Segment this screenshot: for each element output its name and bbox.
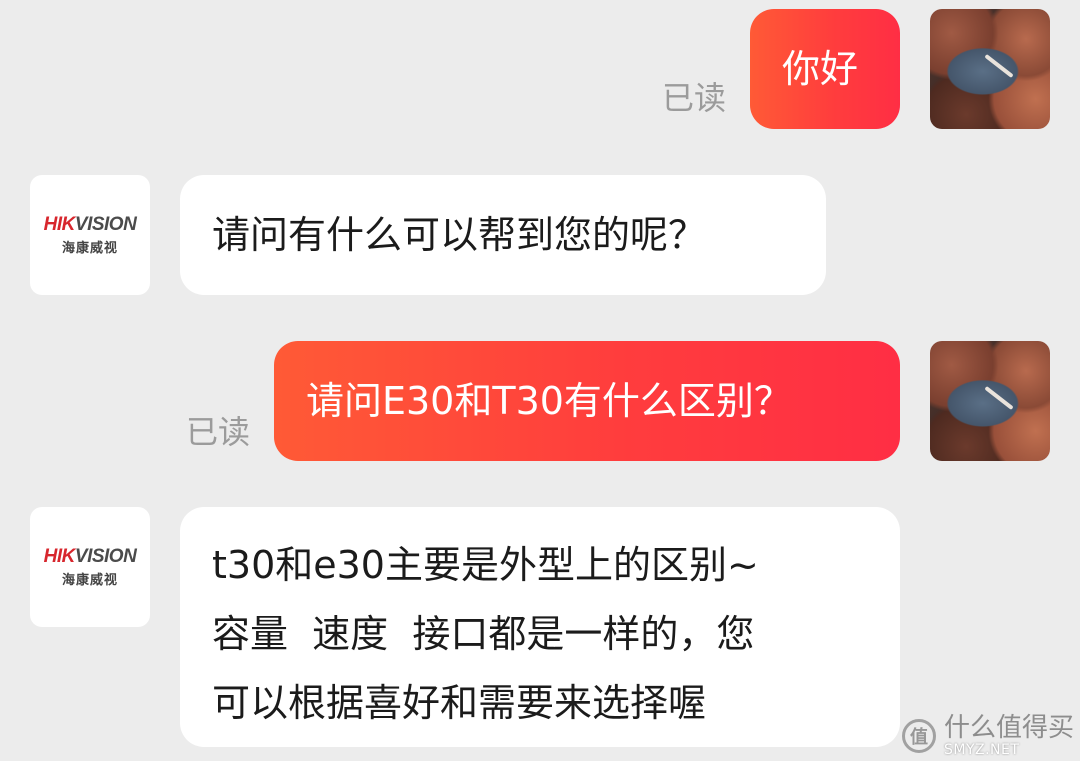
hikvision-logo: HIKVISION [43, 545, 137, 567]
message-text: 请问E30和T30有什么区别？ [306, 379, 792, 423]
message-line: 容量 速度 接口都是一样的，您 [212, 612, 755, 656]
message-bubble-outgoing[interactable]: 请问E30和T30有什么区别？ [274, 341, 900, 461]
watermark: 值 什么值得买 SMYZ.NET [901, 713, 1074, 758]
brand-avatar[interactable]: HIKVISION 海康威视 [30, 175, 150, 295]
brand-name-cn: 海康威视 [61, 572, 118, 588]
hikvision-logo: HIKVISION [43, 213, 137, 235]
message-bubble-incoming[interactable]: t30和e30主要是外型上的区别~ 容量 速度 接口都是一样的，您 可以根据喜好… [180, 507, 900, 747]
message-bubble-incoming[interactable]: 请问有什么可以帮到您的呢？ [180, 175, 826, 295]
read-status: 已读 [662, 79, 727, 117]
read-status: 已读 [186, 413, 251, 451]
message-line: t30和e30主要是外型上的区别~ [212, 543, 759, 587]
message-text: 请问有什么可以帮到您的呢？ [212, 213, 707, 257]
message-line: 可以根据喜好和需要来选择喔 [212, 681, 707, 725]
brand-avatar[interactable]: HIKVISION 海康威视 [30, 507, 150, 627]
watermark-icon: 值 [901, 719, 936, 753]
avatar-image-detail [984, 53, 1014, 79]
watermark-url: SMYZ.NET [943, 742, 1020, 758]
brand-name-cn: 海康威视 [61, 240, 118, 256]
user-avatar[interactable] [930, 9, 1050, 129]
avatar-image-detail [984, 385, 1014, 411]
message-bubble-outgoing[interactable]: 你好 [750, 9, 900, 129]
user-avatar[interactable] [930, 341, 1050, 461]
chat-conversation: 已读 你好 HIKVISION 海康威视 请问有什么可以帮到您的呢？ 已读 请问… [0, 0, 1080, 761]
watermark-text: 什么值得买 [943, 713, 1074, 743]
message-text: 你好 [782, 47, 859, 91]
